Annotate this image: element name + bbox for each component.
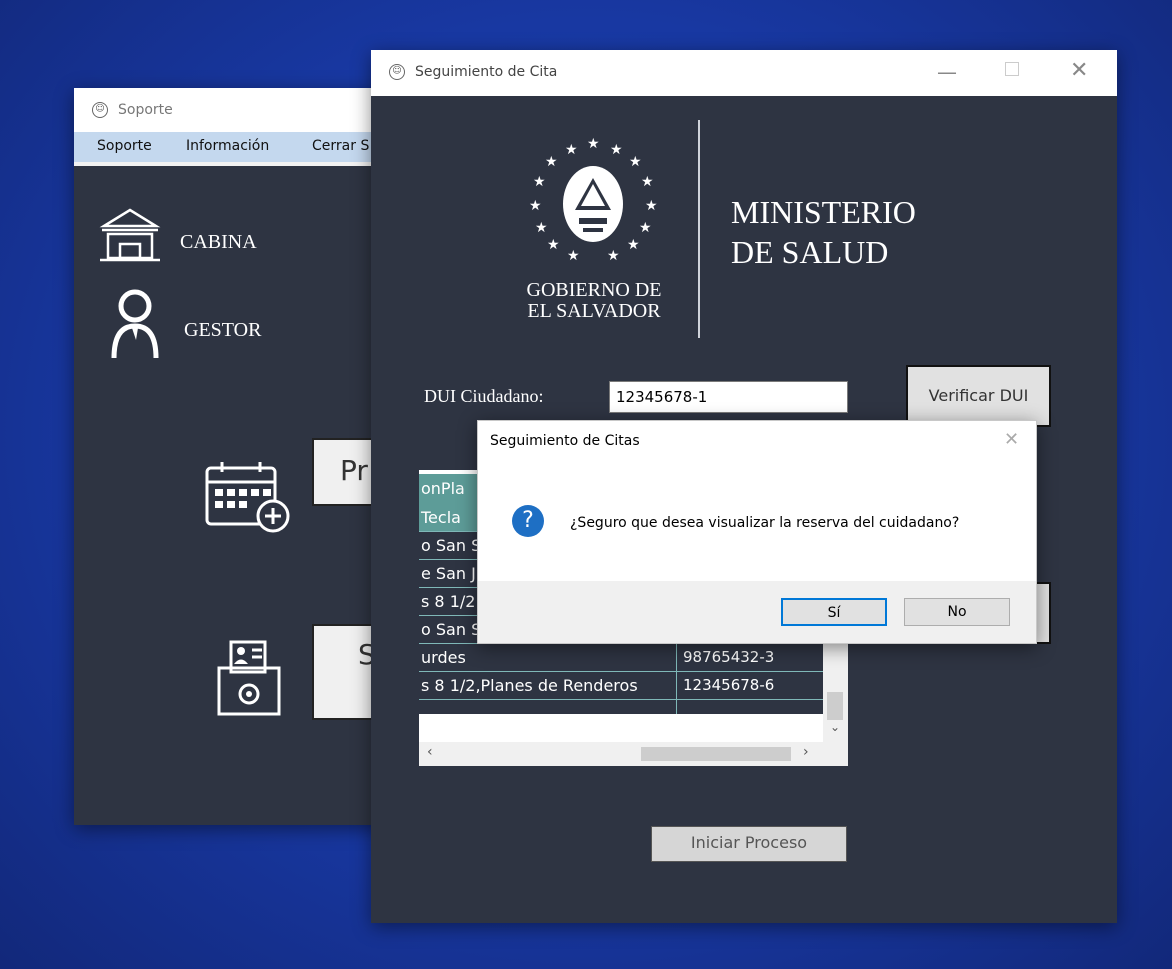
close-icon[interactable]: ✕ xyxy=(1004,429,1019,450)
dialog-footer: Sí No xyxy=(478,581,1036,643)
svg-text:★: ★ xyxy=(565,142,578,158)
gobierno-logo-text: GOBIERNO DE EL SALVADOR xyxy=(526,279,662,322)
svg-text:★: ★ xyxy=(641,174,654,190)
logo-divider xyxy=(698,120,700,338)
svg-text:★: ★ xyxy=(547,237,560,253)
svg-text:★: ★ xyxy=(533,174,546,190)
soporte-title: Soporte xyxy=(118,102,173,118)
svg-text:★: ★ xyxy=(535,220,548,236)
menu-soporte[interactable]: Soporte xyxy=(97,138,152,154)
svg-text:★: ★ xyxy=(587,136,600,152)
app-icon: ☺ xyxy=(389,64,405,80)
app-icon: ☺ xyxy=(92,102,108,118)
svg-text:★: ★ xyxy=(627,237,640,253)
svg-text:★: ★ xyxy=(607,248,620,264)
svg-text:★: ★ xyxy=(610,142,623,158)
coat-of-arms-icon: ★★ ★ ★ ★ ★ ★ ★ ★ ★ ★ ★ ★ ★ ★ xyxy=(529,136,658,264)
question-icon: ? xyxy=(512,505,544,537)
svg-text:★: ★ xyxy=(545,154,558,170)
svg-text:★: ★ xyxy=(639,220,652,236)
menu-bar: Soporte Información Cerrar S xyxy=(74,132,394,166)
menu-informacion[interactable]: Información xyxy=(186,138,269,154)
seguimiento-title: Seguimiento de Cita xyxy=(415,64,558,80)
scroll-left-icon[interactable]: ‹ xyxy=(427,744,433,760)
svg-text:★: ★ xyxy=(629,154,642,170)
table-row[interactable]: s 8 1/2,Planes de Renderos 12345678-6 xyxy=(419,672,823,700)
cabina-building-icon[interactable] xyxy=(98,206,162,262)
dialog-message: ¿Seguro que desea visualizar la reserva … xyxy=(570,515,960,531)
svg-text:★: ★ xyxy=(567,248,580,264)
soporte-window[interactable]: ☺ Soporte Soporte Información Cerrar S C… xyxy=(74,88,396,825)
gestor-label[interactable]: GESTOR xyxy=(184,319,261,342)
maximize-icon[interactable] xyxy=(1005,62,1019,76)
dui-input[interactable]: 12345678-1 xyxy=(609,381,848,413)
minimize-icon[interactable]: — xyxy=(937,60,957,84)
folder-profile-icon xyxy=(217,640,281,716)
vertical-scroll-thumb[interactable] xyxy=(827,692,843,720)
horizontal-scrollbar[interactable]: ‹ › xyxy=(419,742,848,766)
seguimiento-titlebar[interactable]: ☺ Seguimiento de Cita — ✕ xyxy=(371,50,1117,96)
svg-text:★: ★ xyxy=(529,198,542,214)
scroll-right-icon[interactable]: › xyxy=(803,744,809,760)
table-row[interactable]: urdes 98765432-3 xyxy=(419,644,823,672)
table-row-partial xyxy=(419,700,823,714)
dui-label: DUI Ciudadano: xyxy=(424,386,544,406)
calendar-add-icon xyxy=(205,462,290,533)
no-button[interactable]: No xyxy=(904,598,1010,626)
soporte-titlebar[interactable]: ☺ Soporte xyxy=(74,88,394,132)
close-icon[interactable]: ✕ xyxy=(1070,58,1088,83)
dialog-title: Seguimiento de Citas xyxy=(490,433,640,449)
cabina-label[interactable]: CABINA xyxy=(180,231,257,254)
svg-text:★: ★ xyxy=(645,198,658,214)
confirm-dialog[interactable]: Seguimiento de Citas ✕ ? ¿Seguro que des… xyxy=(477,420,1037,644)
gestor-user-icon[interactable] xyxy=(110,288,160,360)
ministerio-logo-text: MINISTERIO DE SALUD xyxy=(731,194,916,270)
verificar-dui-button[interactable]: Verificar DUI xyxy=(906,365,1051,427)
iniciar-proceso-button[interactable]: Iniciar Proceso xyxy=(651,826,847,862)
yes-button[interactable]: Sí xyxy=(781,598,887,626)
menu-cerrar-sesion[interactable]: Cerrar S xyxy=(312,138,369,154)
horizontal-scroll-thumb[interactable] xyxy=(641,747,791,761)
scroll-down-icon[interactable]: ⌄ xyxy=(830,720,840,734)
